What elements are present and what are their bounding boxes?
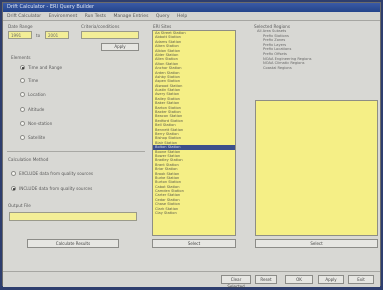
menu-item[interactable]: Manage Entries <box>113 14 148 19</box>
option-label: Non-station <box>28 121 53 126</box>
divider <box>7 151 145 152</box>
condition-label: INCLUDE data from quality sources <box>19 186 93 191</box>
menu-item[interactable]: Query <box>156 14 170 19</box>
elements-label: Elements <box>11 55 31 60</box>
option-radio[interactable] <box>20 78 25 83</box>
exit-button[interactable]: Exit <box>348 275 374 284</box>
option-label: Location <box>28 92 46 97</box>
ok-button[interactable]: OK <box>285 275 313 284</box>
option-label: Time <box>28 78 39 83</box>
sites-label: ERI Sites <box>153 24 172 29</box>
condition-label: EXCLUDE data from quality sources <box>19 171 94 176</box>
menu-item[interactable]: Run Tests <box>85 14 106 19</box>
clear-selected-button[interactable]: Clear Selected <box>221 275 251 289</box>
option-radio[interactable] <box>20 107 25 112</box>
criteria-input[interactable] <box>81 31 139 39</box>
option-radio[interactable] <box>20 65 25 70</box>
option-label: Satellite <box>28 135 46 140</box>
sites-select-button[interactable]: Select <box>152 239 236 248</box>
condition-radio[interactable] <box>11 186 16 191</box>
regions-listbox[interactable] <box>255 100 378 236</box>
date-range-label: Date Range <box>8 24 33 29</box>
region-tree-item[interactable]: Coastal Regions <box>255 66 373 71</box>
to-label: to <box>36 33 41 38</box>
menu-item[interactable]: Environment <box>49 14 78 19</box>
option-label: Time and Range <box>28 65 63 70</box>
calculation-method-label: Calculation Method <box>8 157 49 162</box>
calculate-results-button[interactable]: Calculate Results <box>27 239 119 248</box>
menu-bar: Drift Calculator Environment Run Tests M… <box>3 12 380 21</box>
menu-item[interactable]: Help <box>177 14 187 19</box>
condition-radio[interactable] <box>11 171 16 176</box>
option-radio[interactable] <box>20 92 25 97</box>
site-list-item[interactable]: Clay Station <box>153 211 235 215</box>
reset-button[interactable]: Reset <box>255 275 277 284</box>
sites-listbox[interactable]: Aa Street Station Abbott Station Adams Sta… <box>152 30 236 236</box>
app-window: Drift Calculator - ERI Query Builder Dri… <box>2 2 381 289</box>
regions-select-button[interactable]: Select <box>255 239 378 248</box>
output-file-input[interactable] <box>9 212 137 221</box>
option-label: Altitude <box>28 107 45 112</box>
to-year-input[interactable]: 2001 <box>45 31 69 39</box>
apply-button[interactable]: Apply <box>101 43 139 51</box>
option-radio[interactable] <box>20 121 25 126</box>
apply-status-button[interactable]: Apply <box>318 275 344 284</box>
criteria-label: Criteria/conditions <box>81 24 120 29</box>
menu-item[interactable]: Drift Calculator <box>7 14 41 19</box>
status-bar: Clear Selected Reset OK Apply Exit <box>3 271 380 289</box>
regions-tree[interactable]: All Area Subsets Prefix Stations Prefix Zo… <box>255 29 373 95</box>
output-file-label: Output File <box>8 203 31 208</box>
option-radio[interactable] <box>20 135 25 140</box>
from-year-input[interactable]: 1991 <box>8 31 32 39</box>
title-bar: Drift Calculator - ERI Query Builder <box>3 3 380 12</box>
